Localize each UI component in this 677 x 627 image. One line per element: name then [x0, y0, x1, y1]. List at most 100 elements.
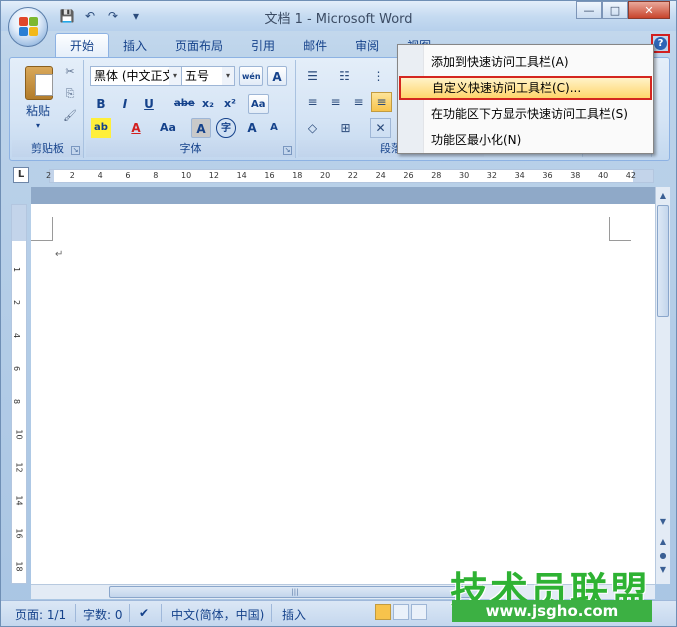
chevron-down-icon: ▾ — [169, 67, 181, 85]
tab-insert[interactable]: 插入 — [109, 33, 161, 57]
font-label: 字体 — [86, 140, 295, 157]
insert-mode-indicator[interactable]: 插入 — [282, 606, 306, 623]
enclose-characters-button[interactable]: 字 — [216, 118, 236, 138]
web-layout-icon[interactable] — [411, 604, 427, 620]
bullets-button[interactable]: ☰ — [302, 66, 323, 86]
vertical-scrollbar[interactable]: ▲ ▼ ▲ ● ▼ — [655, 187, 670, 584]
align-right-button[interactable]: ≡ — [348, 92, 369, 112]
format-painter-icon[interactable]: 🖌 — [62, 108, 78, 124]
ruler-tick: 26 — [403, 171, 414, 180]
sort-button[interactable]: ✕ — [370, 118, 391, 138]
ruler-tick: 14 — [236, 171, 247, 180]
multilevel-list-button[interactable]: ⋮ — [368, 66, 389, 86]
tab-mailings[interactable]: 邮件 — [289, 33, 341, 57]
ruler-tick: 10 — [181, 171, 192, 180]
ruler-tick: 8 — [12, 398, 22, 405]
horizontal-ruler[interactable]: 2 2 4 6 8 10 12 14 16 18 20 22 24 26 28 30 32 34 36 38 40 42 — [46, 169, 654, 183]
ruler-tick: 4 — [97, 171, 103, 180]
ruler-tick: 18 — [14, 561, 24, 572]
browse-object-icon[interactable]: ● — [656, 549, 670, 563]
shrink-font-button[interactable]: A — [264, 118, 284, 138]
crop-mark-top-right — [609, 217, 631, 241]
close-button[interactable]: ✕ — [628, 1, 670, 19]
scroll-thumb[interactable] — [657, 205, 669, 317]
phonetic-guide-button[interactable]: wén — [239, 66, 263, 86]
font-size-value: 五号 — [185, 69, 210, 83]
proofing-icon[interactable]: ✔ — [139, 606, 149, 620]
clear-formatting-button[interactable]: Aa — [248, 94, 269, 114]
ruler-row: L 2 2 4 6 8 10 12 14 16 18 20 22 24 26 28 30 32 34 36 38 40 4… — [9, 165, 670, 185]
character-border-button[interactable]: A — [267, 66, 287, 86]
full-screen-reading-icon[interactable] — [393, 604, 409, 620]
ruler-tick: 34 — [514, 171, 525, 180]
ruler-tick: 12 — [14, 462, 24, 473]
print-layout-view-icon[interactable] — [375, 604, 391, 620]
font-family-select[interactable]: 黑体 (中文正文 ▾ — [90, 66, 182, 86]
bold-button[interactable]: B — [91, 94, 111, 114]
subscript-button[interactable]: x₂ — [198, 94, 218, 114]
ruler-tick: 16 — [264, 171, 275, 180]
menu-item-add-to-qat[interactable]: 添加到快速访问工具栏(A) — [400, 50, 651, 74]
word-window: 💾 ↶ ↷ ▾ 文档 1 - Microsoft Word — □ ✕ 开始 插… — [0, 0, 677, 627]
document-page[interactable]: ↵ — [31, 204, 655, 584]
italic-button[interactable]: I — [115, 94, 135, 114]
superscript-button[interactable]: x² — [220, 94, 240, 114]
word-count[interactable]: 字数: 0 — [83, 606, 123, 623]
highlight-button[interactable]: ab — [91, 118, 111, 138]
strikethrough-button[interactable]: abe — [172, 94, 197, 114]
font-color-button[interactable]: A — [126, 118, 146, 138]
menu-item-show-qat-below[interactable]: 在功能区下方显示快速访问工具栏(S) — [400, 102, 651, 126]
scroll-up-icon[interactable]: ▲ — [656, 189, 670, 203]
tab-selector-button[interactable]: L — [13, 167, 29, 183]
office-button[interactable] — [8, 7, 48, 47]
paste-button[interactable]: 粘贴 — [26, 102, 50, 119]
view-buttons — [375, 604, 435, 622]
document-area: ↵ — [31, 187, 655, 584]
copy-icon[interactable]: ⎘ — [62, 86, 78, 102]
shading-button[interactable]: ◇ — [302, 118, 323, 138]
menu-item-customize-qat[interactable]: 自定义快速访问工具栏(C)... — [399, 76, 652, 100]
minimize-button[interactable]: — — [576, 1, 602, 19]
window-title: 文档 1 - Microsoft Word — [264, 12, 413, 27]
page-count[interactable]: 页面: 1/1 — [15, 606, 66, 623]
window-controls: — □ ✕ — [576, 1, 670, 19]
scroll-down-icon[interactable]: ▼ — [656, 515, 670, 529]
tab-page-layout[interactable]: 页面布局 — [161, 33, 237, 57]
vertical-ruler[interactable]: 1 2 4 6 8 10 12 14 16 18 — [11, 204, 27, 584]
align-left-button[interactable]: ≡ — [302, 92, 323, 112]
ruler-tick: 32 — [486, 171, 497, 180]
horizontal-scroll-thumb[interactable]: ||| — [109, 586, 481, 598]
ruler-tick: 42 — [625, 171, 636, 180]
character-shading-button[interactable]: A — [191, 118, 211, 138]
next-page-icon[interactable]: ▼ — [656, 563, 670, 577]
previous-page-icon[interactable]: ▲ — [656, 535, 670, 549]
change-case-button[interactable]: Aa — [158, 118, 178, 138]
clipboard-group: 粘贴 ▾ ✂ ⎘ 🖌 剪贴板 ↘ — [12, 60, 84, 158]
tab-review[interactable]: 审阅 — [341, 33, 393, 57]
font-size-select[interactable]: 五号 ▾ — [181, 66, 235, 86]
clipboard-launcher-icon[interactable]: ↘ — [71, 146, 80, 155]
menu-item-minimize-ribbon[interactable]: 功能区最小化(N) — [400, 128, 651, 152]
cut-icon[interactable]: ✂ — [62, 64, 78, 80]
ruler-tick: 2 — [46, 171, 52, 180]
ruler-tick: 10 — [14, 429, 24, 440]
grow-font-button[interactable]: A — [242, 118, 262, 138]
divider — [271, 604, 272, 622]
ruler-tick: 8 — [153, 171, 159, 180]
language-indicator[interactable]: 中文(简体，中国) — [171, 606, 264, 623]
divider — [129, 604, 130, 622]
tab-home[interactable]: 开始 — [55, 33, 110, 57]
maximize-button[interactable]: □ — [602, 1, 628, 19]
paste-dropdown-icon[interactable]: ▾ — [36, 121, 40, 130]
borders-button[interactable]: ⊞ — [335, 118, 356, 138]
font-launcher-icon[interactable]: ↘ — [283, 146, 292, 155]
numbering-button[interactable]: ☷ — [334, 66, 355, 86]
justify-button[interactable]: ≡ — [371, 92, 392, 112]
ruler-tick: 1 — [12, 266, 22, 273]
chevron-down-icon: ▾ — [222, 67, 234, 85]
align-center-button[interactable]: ≡ — [325, 92, 346, 112]
paste-icon[interactable] — [25, 66, 53, 100]
underline-button[interactable]: U — [139, 94, 159, 114]
right-margin — [633, 170, 653, 182]
tab-references[interactable]: 引用 — [237, 33, 289, 57]
